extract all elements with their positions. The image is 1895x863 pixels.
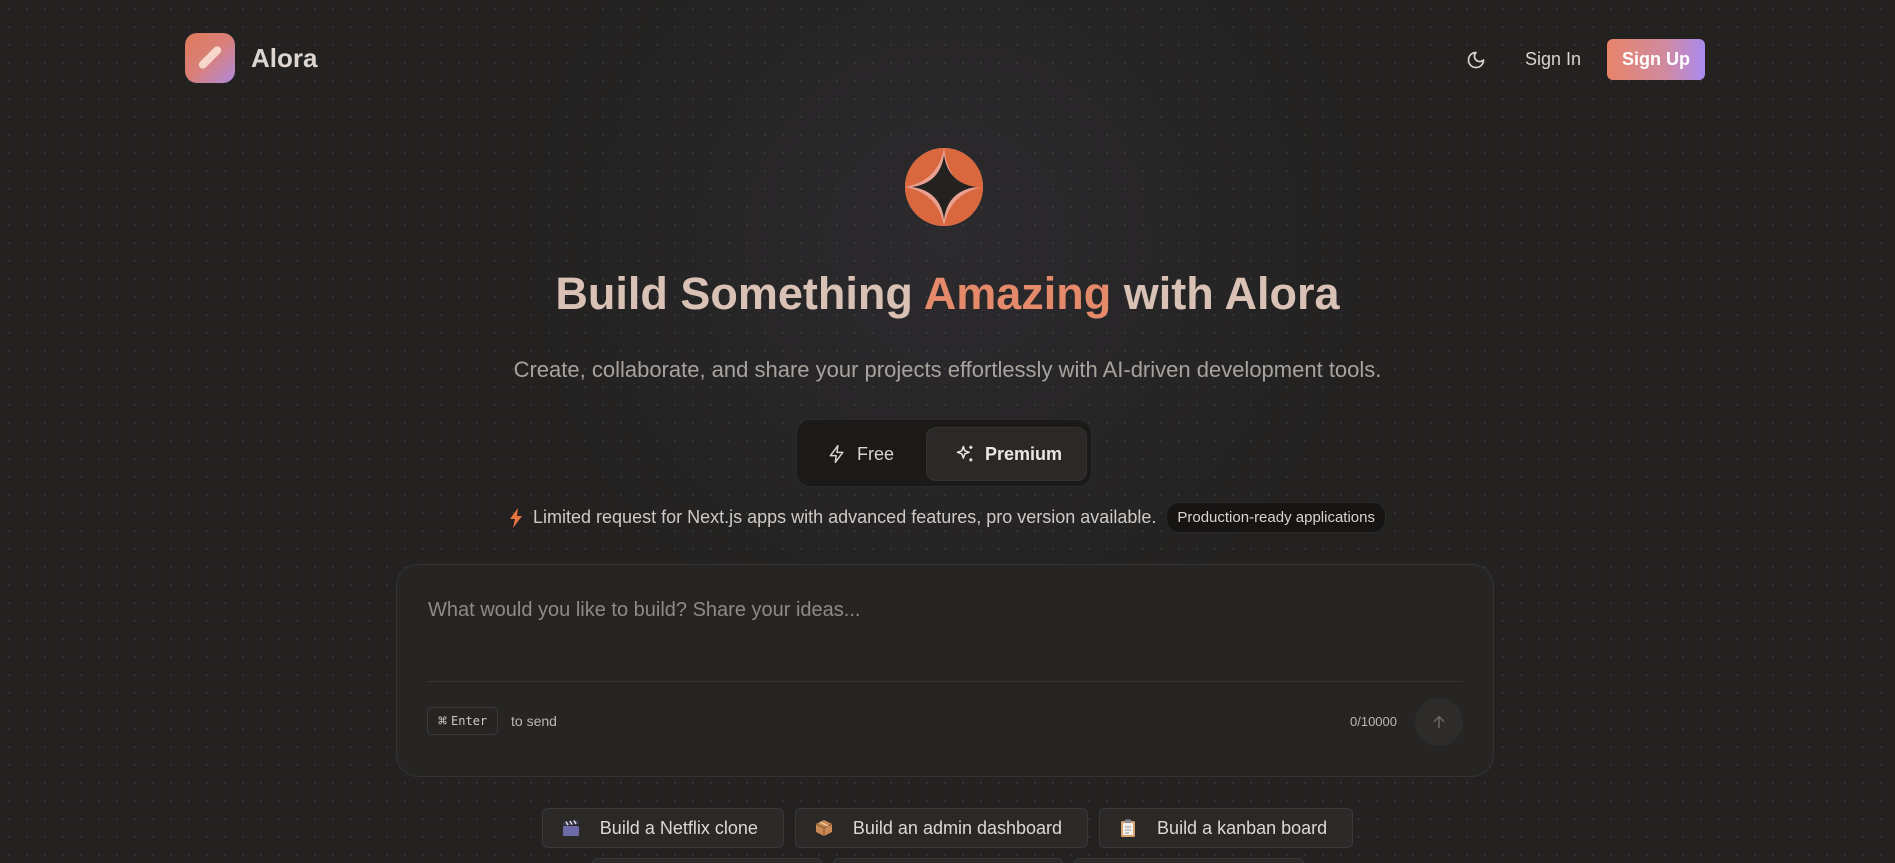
shortcut-key: Enter: [451, 714, 488, 728]
hero-title-part3: with Alora: [1123, 268, 1340, 319]
prompt-input[interactable]: [426, 597, 1460, 671]
hero-subtitle: Create, collaborate, and share your proj…: [513, 357, 1382, 382]
page: Alora Sign In Sign Up Build Something Am…: [0, 0, 1895, 863]
zap-icon: [829, 444, 844, 464]
suggestion-label: Build an admin dashboard: [852, 817, 1063, 838]
sparkle-logo-icon: [905, 148, 983, 226]
production-badge: Production-ready applications: [1166, 502, 1386, 533]
lightning-icon: [510, 507, 523, 528]
plan-toggle: Free Premium: [796, 419, 1092, 487]
clapper-board-icon: [560, 817, 582, 839]
limit-notice-text: Limited request for Next.js apps with ad…: [533, 507, 1157, 527]
suggestion-chip[interactable]: [591, 858, 822, 863]
suggestion-chip-admin-dashboard[interactable]: Build an admin dashboard: [794, 808, 1089, 848]
suggestion-label: Build a Netflix clone: [599, 817, 758, 838]
plan-premium-button[interactable]: Premium: [926, 427, 1087, 481]
theme-toggle-button[interactable]: [1461, 45, 1491, 75]
suggestion-chip-kanban[interactable]: Build a kanban board: [1099, 808, 1354, 848]
hero-title: Build Something Amazing with Alora: [0, 268, 1895, 320]
plan-free-label: Free: [857, 443, 895, 464]
send-button[interactable]: [1415, 698, 1463, 746]
sparkles-icon: [956, 445, 973, 462]
brand-logo[interactable]: Alora: [185, 33, 317, 83]
top-nav: Alora Sign In Sign Up: [185, 31, 1705, 83]
hero-title-part1: Build Something: [555, 268, 913, 319]
arrow-up-icon: [1433, 715, 1445, 729]
hero-title-highlight: Amazing: [923, 268, 1112, 319]
nav-actions: Sign In Sign Up: [1461, 39, 1705, 80]
sign-in-link[interactable]: Sign In: [1525, 49, 1581, 70]
limit-notice: Limited request for Next.js apps with ad…: [0, 502, 1895, 533]
sign-up-button[interactable]: Sign Up: [1607, 39, 1705, 80]
brand-name: Alora: [251, 42, 318, 73]
shortcut-kbd: ⌘ Enter: [427, 707, 499, 735]
suggestion-chip-netflix[interactable]: Build a Netflix clone: [541, 808, 784, 848]
suggestion-chips-row-2: [0, 858, 1895, 863]
moon-icon: [1467, 51, 1485, 68]
character-counter: 0/10000: [1350, 714, 1397, 729]
prompt-box: ⌘ Enter to send 0/10000: [396, 564, 1494, 777]
package-icon: [813, 817, 835, 839]
suggestion-chip[interactable]: [1073, 858, 1304, 863]
suggestion-chip[interactable]: [832, 858, 1063, 863]
command-key-icon: ⌘: [438, 712, 448, 730]
logo-mark-icon: [185, 33, 235, 83]
suggestion-label: Build a kanban board: [1157, 817, 1328, 838]
shortcut-hint: to send: [511, 713, 557, 729]
plan-premium-label: Premium: [985, 443, 1063, 464]
plan-free-button[interactable]: Free: [827, 427, 894, 481]
suggestion-chips: Build a Netflix clone Build an admin das…: [0, 808, 1895, 848]
prompt-divider: [427, 681, 1463, 682]
clipboard-icon: [1117, 817, 1139, 839]
